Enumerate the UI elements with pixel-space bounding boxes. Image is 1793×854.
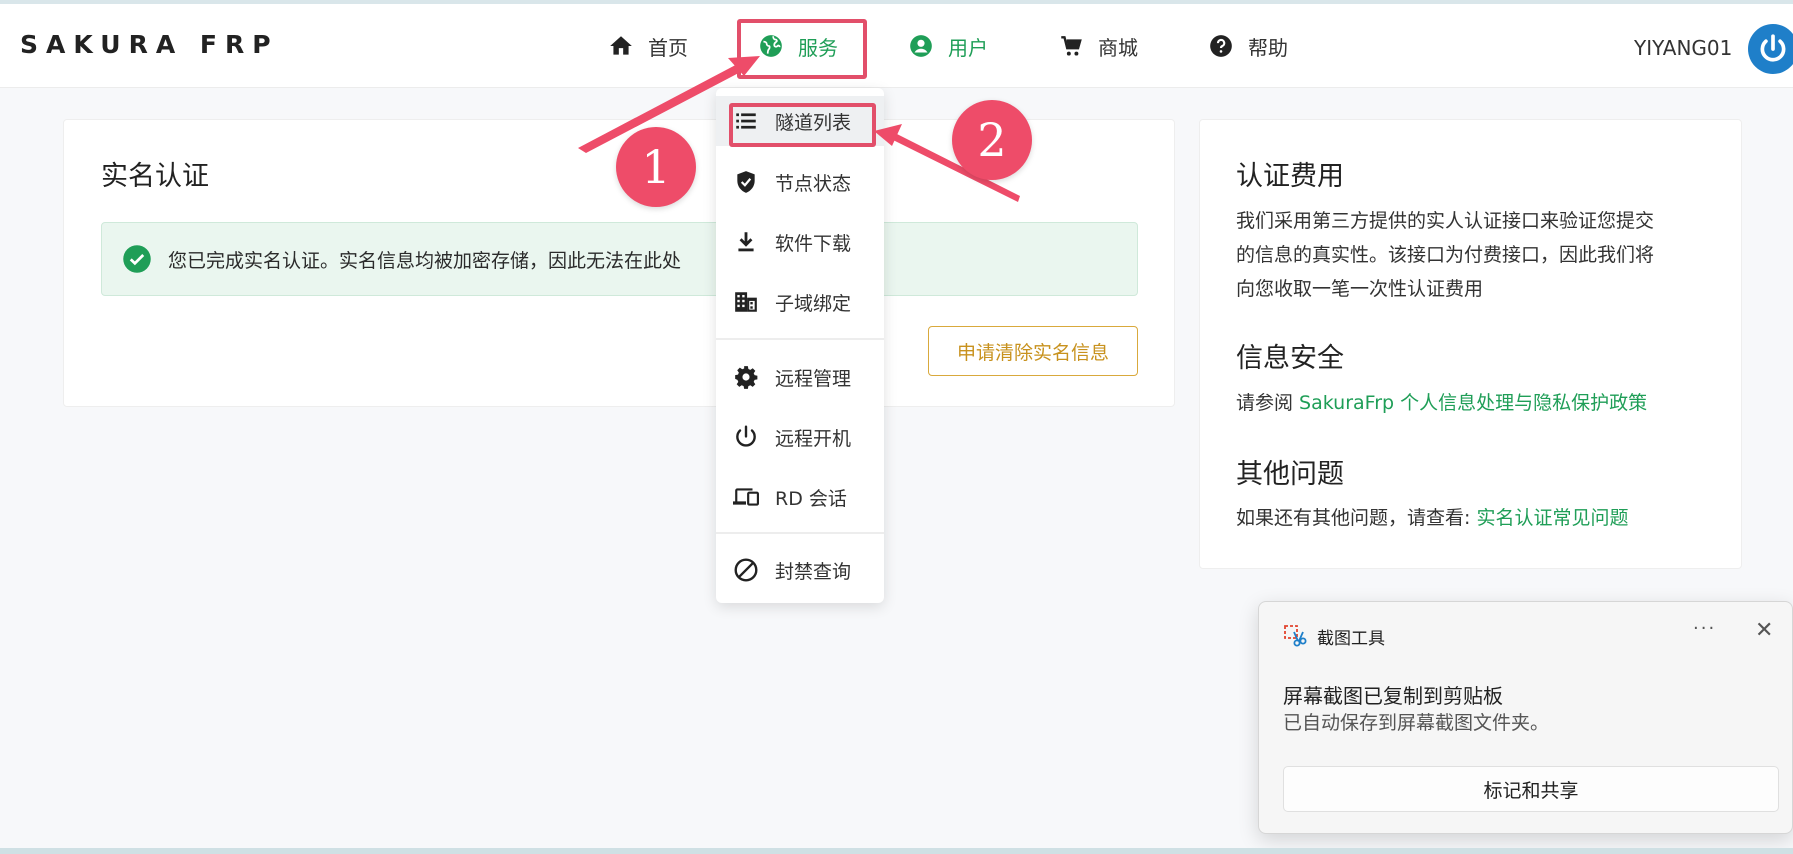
snipping-tool-toast: 截图工具 ··· ✕ 屏幕截图已复制到剪贴板 已自动保存到屏幕截图文件夹。 标记… [1258,601,1793,834]
download-icon [738,232,754,252]
window-frame-bottom [0,848,1793,854]
nav-home[interactable]: 首页 [608,28,688,64]
menu-item-label: 子域绑定 [775,292,852,315]
other-paragraph: 如果还有其他问题，请查看: 实名认证常见问题 [1236,501,1716,535]
toast-more-button[interactable]: ··· [1693,618,1716,639]
menu-item-label: RD 会话 [775,487,847,510]
fee-line: 我们采用第三方提供的实人认证接口来验证您提交 [1236,210,1655,232]
fee-heading: 认证费用 [1236,161,1344,192]
menu-divider [716,532,884,534]
faq-link[interactable]: 实名认证常见问题 [1476,507,1628,529]
toast-app-name: 截图工具 [1317,629,1385,649]
success-alert: 您已完成实名认证。实名信息均被加密存储，因此无法在此处 [101,222,1138,296]
security-prefix: 请参阅 [1236,392,1300,414]
help-icon [1210,35,1232,57]
user-circle-icon [910,35,932,57]
fee-line: 的信息的真实性。该接口为付费接口，因此我们将 [1236,244,1655,266]
devices-icon [733,488,759,506]
top-navbar: SAKURA FRP 首页 服务 用户 商城 帮助 YIYANG01 [0,4,1793,88]
cart-icon [1061,36,1082,56]
fee-line: 向您收取一笔一次性认证费用 [1236,278,1484,300]
menu-item-rd-session[interactable]: RD 会话 [716,472,884,522]
page-title: 实名认证 [101,161,209,192]
nav-shop[interactable]: 商城 [1058,28,1138,64]
security-paragraph: 请参阅 SakuraFrp 个人信息处理与隐私保护政策 [1236,386,1716,420]
info-card: 认证费用 我们采用第三方提供的实人认证接口来验证您提交 的信息的真实性。该接口为… [1199,119,1742,569]
menu-item-download[interactable]: 软件下载 [716,217,884,267]
other-prefix: 如果还有其他问题，请查看: [1236,507,1477,529]
menu-item-label: 远程开机 [775,427,852,450]
step-1-badge: 1 [616,127,696,207]
check-circle-icon [123,245,151,273]
fee-paragraph: 我们采用第三方提供的实人认证接口来验证您提交 的信息的真实性。该接口为付费接口，… [1236,204,1716,306]
username[interactable]: YIYANG01 [1634,36,1732,60]
toast-markup-share-button[interactable]: 标记和共享 [1283,766,1779,812]
power-icon [1760,34,1786,62]
menu-item-node-status[interactable]: 节点状态 [716,157,884,207]
menu-item-remote-manage[interactable]: 远程管理 [716,352,884,402]
avatar[interactable] [1748,24,1793,74]
menu-item-label: 节点状态 [775,172,852,195]
scissors-icon [1284,625,1307,647]
alert-text: 您已完成实名认证。实名信息均被加密存储，因此无法在此处 [168,249,682,272]
menu-item-subdomain[interactable]: 子域绑定 [716,277,884,327]
security-heading: 信息安全 [1236,343,1344,374]
toast-close-button[interactable]: ✕ [1755,618,1773,643]
brand-logo[interactable]: SAKURA FRP [20,30,279,59]
block-icon [734,558,758,582]
shield-check-icon [737,171,755,193]
services-dropdown: 隧道列表 节点状态 软件下载 子域绑定 远程管理 远程开机 RD 会话 封禁查询 [716,88,884,603]
power-icon [736,425,756,447]
menu-item-ban-query[interactable]: 封禁查询 [716,545,884,595]
step-2-badge: 2 [952,100,1032,180]
building-icon [735,292,757,312]
nav-home-label: 首页 [648,35,688,60]
menu-item-label: 封禁查询 [775,560,852,583]
toast-body: 已自动保存到屏幕截图文件夹。 [1283,712,1550,734]
other-heading: 其他问题 [1236,459,1344,490]
nav-user[interactable]: 用户 [908,28,988,64]
tunnel-list-highlight-box [729,103,876,147]
menu-divider [716,338,884,340]
nav-user-label: 用户 [948,35,988,60]
menu-item-label: 远程管理 [775,367,852,390]
nav-shop-label: 商城 [1098,35,1138,60]
home-icon [610,36,632,55]
nav-help[interactable]: 帮助 [1208,28,1288,64]
privacy-policy-link[interactable]: SakuraFrp 个人信息处理与隐私保护政策 [1299,392,1647,414]
clear-realname-button[interactable]: 申请清除实名信息 [928,326,1138,376]
services-highlight-box [737,19,867,79]
menu-item-remote-boot[interactable]: 远程开机 [716,412,884,462]
menu-item-label: 软件下载 [775,232,852,255]
toast-title: 屏幕截图已复制到剪贴板 [1283,684,1503,708]
gear-icon [735,366,758,389]
nav-help-label: 帮助 [1248,35,1288,60]
